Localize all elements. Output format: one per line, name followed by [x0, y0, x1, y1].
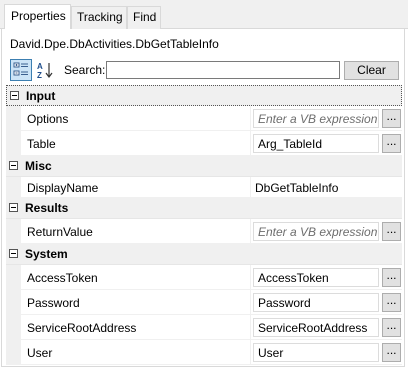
tab-bar: Properties Tracking Find: [0, 0, 408, 30]
svg-text:Z: Z: [37, 71, 42, 79]
property-grid: Input Options Enter a VB expression ... …: [6, 85, 402, 365]
collapse-icon[interactable]: [10, 91, 19, 100]
toolbar: A Z Search: Clear: [8, 59, 400, 83]
category-label: Input: [26, 89, 56, 103]
ellipsis-button[interactable]: ...: [382, 343, 401, 362]
ellipsis-button[interactable]: ...: [382, 318, 401, 337]
category-misc[interactable]: Misc: [6, 156, 402, 177]
tab-tracking[interactable]: Tracking: [71, 6, 127, 29]
sort-alphabetical-button[interactable]: A Z: [34, 59, 56, 81]
property-row-servicerootaddress: ServiceRootAddress ServiceRootAddress ..…: [6, 315, 402, 340]
category-label: Results: [25, 201, 69, 215]
tab-properties[interactable]: Properties: [4, 4, 71, 30]
categorized-view-button[interactable]: [10, 59, 32, 81]
ellipsis-button[interactable]: ...: [382, 109, 401, 128]
property-value-input[interactable]: Password: [253, 293, 379, 312]
property-name: Options: [27, 112, 69, 126]
sort-alphabetical-icon: A Z: [37, 62, 53, 79]
property-value-input[interactable]: Enter a VB expression: [253, 222, 379, 241]
property-row-displayname: DisplayName DbGetTableInfo: [6, 177, 402, 198]
collapse-icon[interactable]: [9, 161, 18, 170]
search-label: Search:: [64, 63, 106, 77]
property-name: DisplayName: [27, 181, 99, 195]
clear-button[interactable]: Clear: [344, 61, 399, 80]
property-row-user: User User ...: [6, 340, 402, 365]
property-row-table: Table Arg_TableId ...: [6, 131, 402, 156]
category-input[interactable]: Input: [6, 85, 402, 106]
category-label: Misc: [25, 159, 52, 173]
property-value-input[interactable]: AccessToken: [253, 268, 379, 287]
properties-panel: David.Dpe.DbActivities.DbGetTableInfo A …: [1, 29, 405, 367]
collapse-icon[interactable]: [9, 249, 18, 258]
property-name: User: [27, 346, 53, 360]
property-value-input[interactable]: User: [253, 343, 379, 362]
property-name: Table: [27, 137, 56, 151]
property-value-input[interactable]: ServiceRootAddress: [253, 318, 379, 337]
category-results[interactable]: Results: [6, 198, 402, 219]
search-input[interactable]: [106, 61, 340, 79]
svg-text:A: A: [37, 62, 43, 71]
property-name: ServiceRootAddress: [27, 321, 137, 335]
property-name: Password: [27, 296, 80, 310]
tab-find[interactable]: Find: [127, 6, 161, 29]
property-row-accesstoken: AccessToken AccessToken ...: [6, 265, 402, 290]
activity-type-name: David.Dpe.DbActivities.DbGetTableInfo: [10, 37, 219, 51]
collapse-icon[interactable]: [9, 203, 18, 212]
ellipsis-button[interactable]: ...: [382, 134, 401, 153]
category-label: System: [25, 247, 68, 261]
property-value-input[interactable]: Enter a VB expression: [253, 109, 379, 128]
property-name: ReturnValue: [27, 225, 93, 239]
ellipsis-button[interactable]: ...: [382, 222, 401, 241]
property-value-input[interactable]: Arg_TableId: [253, 134, 379, 153]
ellipsis-button[interactable]: ...: [382, 268, 401, 287]
property-row-password: Password Password ...: [6, 290, 402, 315]
property-name: AccessToken: [27, 271, 98, 285]
category-system[interactable]: System: [6, 244, 402, 265]
property-row-returnvalue: ReturnValue Enter a VB expression ...: [6, 219, 402, 244]
categorized-view-icon: [13, 62, 28, 76]
property-value-text[interactable]: DbGetTableInfo: [255, 181, 338, 195]
ellipsis-button[interactable]: ...: [382, 293, 401, 312]
property-row-options: Options Enter a VB expression ...: [6, 106, 402, 131]
